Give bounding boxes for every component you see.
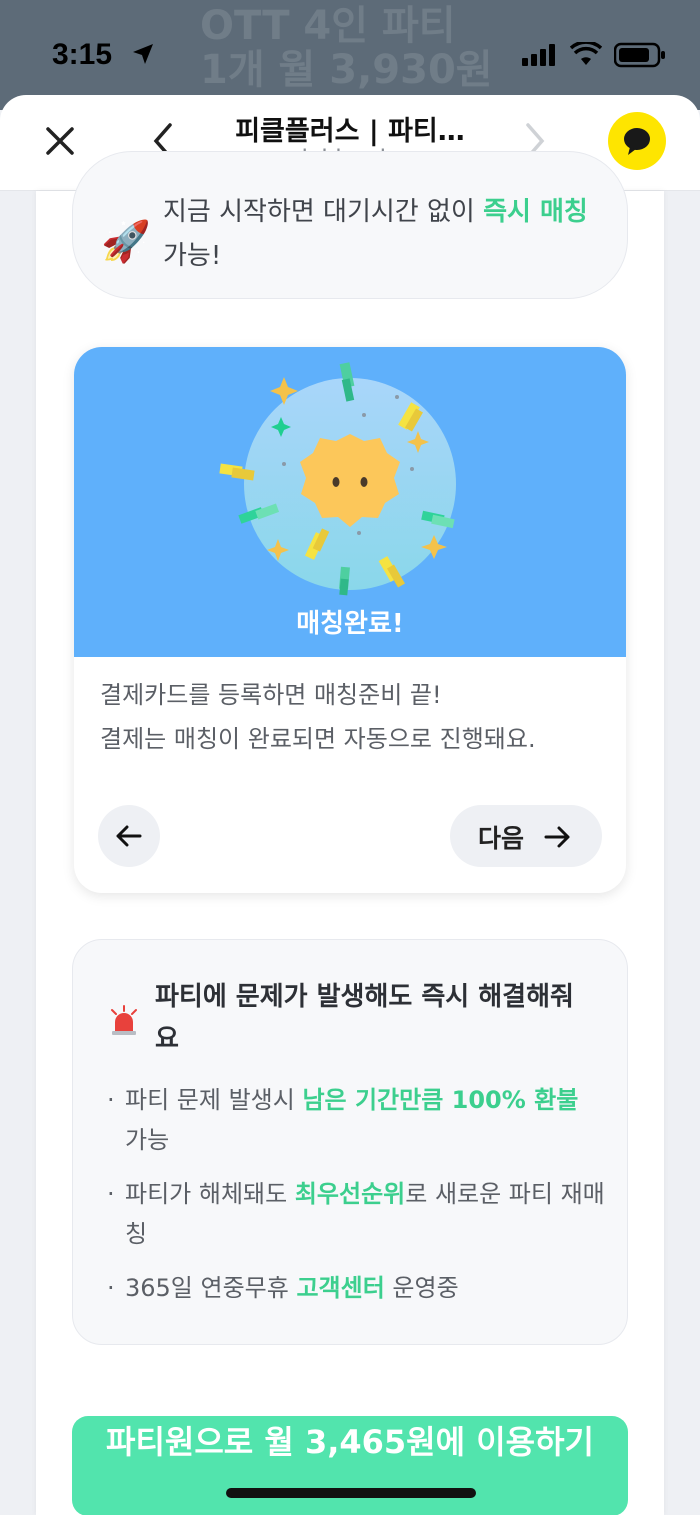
close-icon <box>46 127 74 155</box>
guarantee-list: 파티 문제 발생시 남은 기간만큼 100% 환불 가능 파티가 해체돼도 최우… <box>107 1080 607 1322</box>
status-bar: OTT 4인 파티 1개 월 3,930원 3:15 <box>0 0 700 110</box>
join-party-label: 파티원으로 월 3,465원에 이용하기 <box>106 1423 594 1461</box>
next-label: 다음 <box>478 824 525 853</box>
kakao-share-button[interactable] <box>608 112 666 170</box>
join-party-button[interactable]: 파티원으로 월 3,465원에 이용하기 <box>72 1416 628 1515</box>
guarantee-title: 파티에 문제가 발생해도 즉시 해결해줘요 <box>155 982 574 1054</box>
siren-icon <box>111 1005 137 1035</box>
card-description: 결제카드를 등록하면 매칭준비 끝! 결제는 매칭이 완료되면 자동으로 진행돼… <box>100 681 536 753</box>
background-banner: OTT 4인 파티 1개 월 3,930원 <box>200 3 493 93</box>
guarantee-info-box: 파티에 문제가 발생해도 즉시 해결해줘요 파티 문제 발생시 남은 기간만큼 … <box>72 939 628 1345</box>
page-title: 피클플러스 | 파티… <box>235 116 465 147</box>
kakao-talk-icon <box>624 128 650 155</box>
home-indicator[interactable] <box>226 1488 476 1498</box>
matching-complete-illustration: 매칭완료! <box>74 347 626 657</box>
battery-icon <box>614 42 665 68</box>
matching-complete-label: 매칭완료! <box>296 609 404 639</box>
rocket-icon: 🚀 <box>101 219 151 265</box>
close-button[interactable] <box>40 121 80 165</box>
list-item: 파티 문제 발생시 남은 기간만큼 100% 환불 가능 <box>107 1080 607 1160</box>
location-arrow-icon <box>133 44 153 64</box>
wifi-icon <box>570 42 602 65</box>
previous-button[interactable] <box>98 805 160 867</box>
arrow-right-icon <box>544 826 570 848</box>
onboarding-card: 매칭완료! 결제카드를 등록하면 매칭준비 끝! 결제는 매칭이 완료되면 자동… <box>74 347 626 893</box>
instant-match-text: 지금 시작하면 대기시간 없이 즉시 매칭 가능! <box>163 197 588 271</box>
arrow-left-icon <box>116 825 142 847</box>
list-item: 파티가 해체돼도 최우선순위로 새로운 파티 재매칭 <box>107 1174 607 1254</box>
status-time: 3:15 <box>52 38 113 71</box>
cellular-signal-icon <box>522 44 555 66</box>
page-content: 🚀 지금 시작하면 대기시간 없이 즉시 매칭 가능! 매칭완료! 결제카드를 … <box>36 151 664 1515</box>
list-item: 365일 연중무휴 고객센터 운영중 <box>107 1268 607 1308</box>
next-button[interactable]: 다음 <box>450 805 602 867</box>
instant-match-banner: 🚀 지금 시작하면 대기시간 없이 즉시 매칭 가능! <box>72 151 628 299</box>
